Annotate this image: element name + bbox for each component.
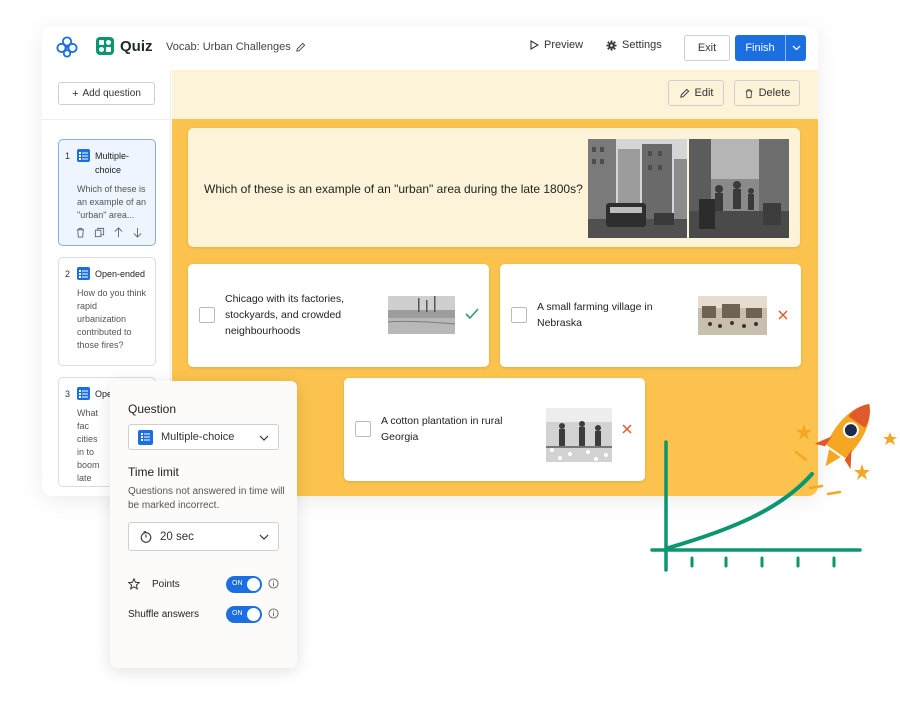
toggle-knob <box>247 578 260 591</box>
flower-logo-icon[interactable] <box>56 36 78 58</box>
factory-river-photo <box>388 296 455 334</box>
sidebar-divider <box>42 119 171 120</box>
add-question-label: Add question <box>82 88 141 99</box>
quiz-grid-icon <box>96 37 114 55</box>
preview-label: Preview <box>544 39 584 51</box>
delete-label: Delete <box>758 87 791 99</box>
star-icon <box>128 578 140 590</box>
points-toggle[interactable]: ON <box>226 576 262 593</box>
question-type-label: Open-ended <box>95 269 146 279</box>
document-title-text: Vocab: Urban Challenges <box>166 41 291 53</box>
pencil-icon[interactable] <box>295 42 306 53</box>
quiz-brand: Quiz <box>96 37 153 55</box>
time-limit-select[interactable]: 20 sec <box>128 522 279 551</box>
list-icon <box>77 387 90 400</box>
plus-icon: + <box>72 87 79 100</box>
cotton-field-photo <box>546 408 612 462</box>
farming-village-photo <box>698 296 767 335</box>
finish-button[interactable]: Finish <box>735 35 806 61</box>
arrow-up-icon[interactable] <box>113 227 124 238</box>
question-number: 3 <box>65 389 71 399</box>
question-card-1[interactable]: 1 Multiple- choice Which of these is an … <box>58 139 156 246</box>
time-limit-value: 20 sec <box>160 530 194 543</box>
document-title[interactable]: Vocab: Urban Challenges <box>166 41 306 53</box>
points-row: Points ON <box>128 575 280 593</box>
question-type-label: Multiple- choice <box>95 151 130 175</box>
question-text: Which of these is an example of an "urba… <box>204 182 583 196</box>
finish-menu-toggle[interactable] <box>785 35 806 61</box>
city-street-photo <box>588 139 687 238</box>
answer-option-2[interactable]: A small farming village in Nebraska <box>500 264 801 367</box>
question-type-heading: Question <box>128 402 177 416</box>
question-preview-text: Which of these is an example of an "urba… <box>77 184 147 220</box>
answer-text: A cotton plantation in rural Georgia <box>381 415 503 443</box>
question-card-tools <box>65 227 147 238</box>
question-preview-text: How do you think rapid urbanization cont… <box>77 288 147 350</box>
pencil-icon <box>679 88 689 98</box>
copy-icon[interactable] <box>94 227 105 238</box>
toggle-knob <box>247 608 260 621</box>
cross-icon <box>622 424 632 434</box>
chevron-down-icon <box>792 45 800 51</box>
info-icon[interactable] <box>268 608 279 619</box>
time-limit-help: Questions not answered in time will be m… <box>128 486 285 511</box>
question-number: 1 <box>65 151 71 161</box>
question-type-value: Multiple-choice <box>161 431 235 443</box>
answer-checkbox[interactable] <box>355 421 371 437</box>
question-toolbar: Edit Delete <box>172 70 818 119</box>
toggle-state: ON <box>232 580 243 587</box>
play-outline-icon <box>530 40 539 50</box>
question-settings-panel: Question Multiple-choice Time limit Ques… <box>110 381 297 668</box>
timer-icon <box>140 530 152 543</box>
trash-icon[interactable] <box>75 227 86 238</box>
question-type-select[interactable]: Multiple-choice <box>128 424 279 450</box>
answer-checkbox[interactable] <box>511 307 527 323</box>
points-label: Points <box>152 578 180 590</box>
edit-label: Edit <box>694 87 714 99</box>
answer-text: A small farming village in Nebraska <box>537 301 653 329</box>
exit-button[interactable]: Exit <box>684 35 730 61</box>
question-card[interactable]: Which of these is an example of an "urba… <box>188 128 800 247</box>
toggle-state: ON <box>232 610 243 617</box>
info-icon[interactable] <box>268 578 279 589</box>
list-icon <box>138 429 153 445</box>
add-question-button[interactable]: + Add question <box>58 82 155 105</box>
chevron-down-icon <box>259 435 269 441</box>
question-card-2[interactable]: 2 Open-ended How do you think rapid urba… <box>58 257 156 366</box>
delete-button[interactable]: Delete <box>734 80 800 106</box>
check-icon <box>465 308 479 320</box>
top-bar: Quiz Vocab: Urban Challenges Preview Set… <box>42 26 818 70</box>
shuffle-toggle[interactable]: ON <box>226 606 262 623</box>
settings-label: Settings <box>622 39 662 51</box>
answer-text: Chicago with its factories, stockyards, … <box>225 293 345 337</box>
preview-button[interactable]: Preview <box>530 39 583 51</box>
question-preview-text: What fac cities in to boom late 180 what… <box>77 408 100 483</box>
list-icon <box>77 149 90 162</box>
arrow-down-icon[interactable] <box>132 227 143 238</box>
trash-icon <box>745 88 752 98</box>
answer-option-3[interactable]: A cotton plantation in rural Georgia <box>344 378 645 481</box>
answer-checkbox[interactable] <box>199 307 215 323</box>
shuffle-row: Shuffle answers ON <box>128 605 280 623</box>
growth-graph-illustration <box>650 376 897 572</box>
question-card-header: 1 Multiple- choice <box>65 149 147 177</box>
finish-label: Finish <box>745 42 775 54</box>
cross-icon <box>778 310 788 320</box>
list-icon <box>77 267 90 280</box>
question-card-header: 2 Open-ended <box>65 267 147 281</box>
chevron-down-icon <box>259 534 269 540</box>
shuffle-label: Shuffle answers <box>128 608 199 620</box>
brand-name: Quiz <box>120 37 153 55</box>
gear-icon <box>606 39 617 51</box>
answer-option-1[interactable]: Chicago with its factories, stockyards, … <box>188 264 489 367</box>
settings-button[interactable]: Settings <box>606 39 662 51</box>
time-limit-heading: Time limit <box>128 465 179 479</box>
crowded-alley-photo <box>689 139 789 238</box>
edit-button[interactable]: Edit <box>668 80 724 106</box>
question-number: 2 <box>65 269 71 279</box>
